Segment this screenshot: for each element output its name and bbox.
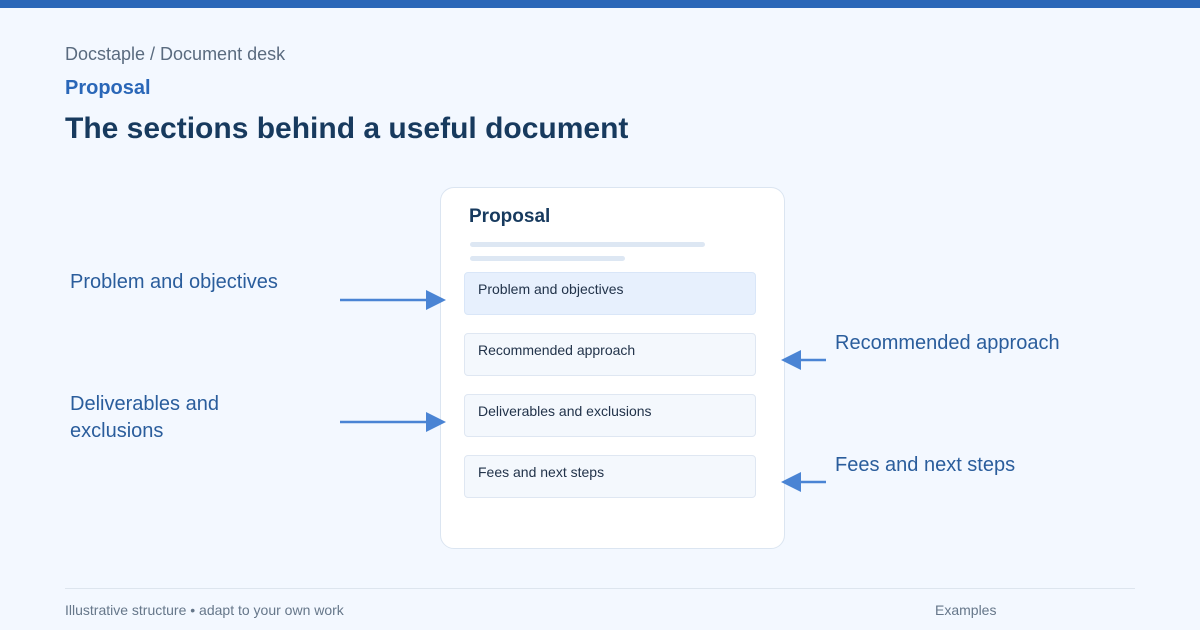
footer-note: Illustrative structure • adapt to your o…	[65, 602, 344, 618]
placeholder-line	[470, 256, 625, 261]
examples-link[interactable]: Examples	[935, 602, 996, 618]
document-section-problem: Problem and objectives	[464, 272, 756, 315]
callout-recommended-approach: Recommended approach	[835, 332, 1060, 354]
breadcrumb[interactable]: Docstaple / Document desk	[65, 44, 285, 65]
section-label: Recommended approach	[478, 342, 636, 358]
arrow-right-icon	[340, 412, 446, 432]
callout-problem-objectives: Problem and objectives	[70, 271, 278, 293]
arrow-left-icon	[781, 350, 826, 370]
section-label: Fees and next steps	[478, 464, 605, 480]
arrow-right-icon	[340, 290, 446, 310]
page-title: The sections behind a useful document	[65, 112, 629, 145]
document-section-fees: Fees and next steps	[464, 455, 756, 498]
document-section-deliverables: Deliverables and exclusions	[464, 394, 756, 437]
section-label: Problem and objectives	[478, 281, 624, 297]
section-kicker: Proposal	[65, 77, 151, 99]
footer-divider	[65, 588, 1135, 589]
callout-fees-next-steps: Fees and next steps	[835, 454, 1016, 476]
arrow-left-icon	[781, 472, 826, 492]
section-label: Deliverables and exclusions	[478, 403, 652, 419]
placeholder-line	[470, 242, 705, 247]
document-title: Proposal	[469, 206, 551, 227]
document-preview-card: Proposal Problem and objectives Recommen…	[440, 187, 785, 549]
callout-deliverables-exclusions: Deliverables and exclusions	[70, 393, 219, 442]
document-section-approach: Recommended approach	[464, 333, 756, 376]
top-accent-bar	[0, 0, 1200, 8]
